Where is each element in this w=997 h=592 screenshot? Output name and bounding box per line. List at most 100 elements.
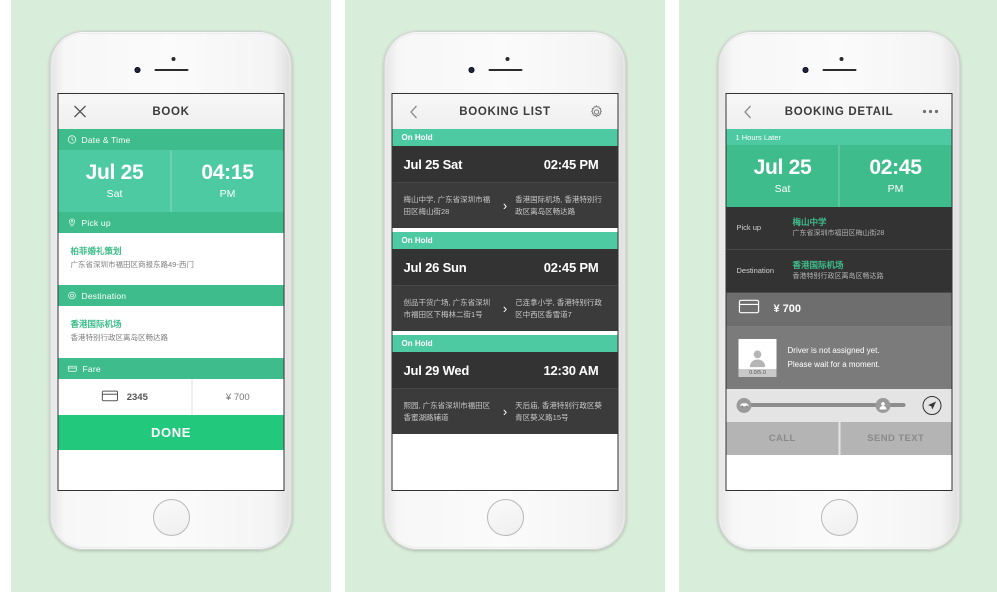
earpiece-speaker-icon [154, 69, 188, 71]
later-strip: 1 Hours Later [726, 129, 952, 145]
destination-address: 香港特别行政区离岛区畅达路 [792, 273, 884, 281]
payment-amount: ¥ 700 [773, 303, 802, 316]
meridiem-value: PM [219, 187, 236, 200]
front-camera-icon [134, 67, 140, 73]
destination-address-block[interactable]: 香港国际机场 香港特别行政区离岛区畅达路 [58, 306, 284, 358]
booking-datetime-row: Jul 25 Sat 02:45 PM [392, 146, 618, 182]
back-chevron-icon[interactable] [403, 101, 425, 123]
section-header-datetime: Date & Time [58, 129, 284, 150]
section-label-fare: Fare [82, 363, 101, 374]
page-title: BOOK [152, 105, 190, 118]
more-icon[interactable] [920, 101, 942, 123]
page-title: BOOKING DETAIL [784, 105, 894, 118]
date-value: Jul 25 [753, 156, 812, 180]
card-last4: 2345 [126, 391, 148, 403]
weekday-value: Sat [106, 187, 123, 200]
status-badge: On Hold [392, 232, 618, 249]
payment-row: ¥ 700 [726, 292, 952, 327]
booking-list[interactable]: On Hold Jul 25 Sat 02:45 PM 梅山中学, 广东省深圳市… [392, 129, 618, 490]
avatar: 0.0/5.0 [738, 338, 777, 377]
chevron-right-icon: › [502, 301, 508, 316]
route-destination: 天后庙, 香港特别行政区葵青区葵义路15号 [515, 400, 602, 422]
booking-datetime-row: Jul 26 Sun 02:45 PM [392, 249, 618, 285]
close-icon[interactable] [69, 101, 91, 123]
booking-date: Jul 25 Sat [403, 156, 463, 172]
page-title: BOOKING LIST [459, 105, 551, 118]
detail-destination-row: Destination 香港国际机场 香港特别行政区离岛区畅达路 [726, 249, 952, 293]
proximity-sensor-icon [505, 57, 509, 61]
home-button[interactable] [486, 499, 524, 536]
detail-destination-value: 香港国际机场 香港特别行政区离岛区畅达路 [793, 259, 884, 283]
gear-icon[interactable] [586, 101, 608, 123]
phone-frame: BOOKING LIST On Hold Jul 25 Sat 02:45 PM… [383, 31, 627, 550]
person-icon[interactable] [875, 397, 891, 413]
appbar-book: BOOK [58, 94, 284, 129]
section-header-fare: Fare [58, 358, 284, 379]
booking-route-row: 梅山中学, 广东省深圳市福田区梅山街28 › 香港国际机场, 香港特别行政区离岛… [392, 182, 618, 228]
front-camera-icon [468, 67, 474, 73]
card-icon [102, 390, 119, 405]
card-icon [67, 364, 78, 373]
pin-icon [68, 291, 77, 300]
panel-booking-detail: BOOKING DETAIL 1 Hours Later Jul 25 Sat … [679, 0, 997, 592]
detail-pickup-row: Pick up 梅山中学 广东省深圳市福田区梅山街28 [726, 207, 952, 250]
section-label-destination: Destination [81, 290, 127, 301]
clock-icon [67, 135, 77, 144]
time-value: 02:45 [869, 156, 922, 180]
front-camera-icon [802, 67, 808, 73]
time-cell: 02:45 PM [838, 145, 952, 207]
booking-datetime-row: Jul 29 Wed 12:30 AM [392, 352, 618, 388]
driver-rating: 0.0/5.0 [738, 368, 777, 377]
screen-booking-list: BOOKING LIST On Hold Jul 25 Sat 02:45 PM… [391, 93, 619, 491]
detail-label-destination: Destination [736, 266, 775, 276]
list-item[interactable]: On Hold Jul 25 Sat 02:45 PM 梅山中学, 广东省深圳市… [392, 129, 618, 228]
screen-booking-detail: BOOKING DETAIL 1 Hours Later Jul 25 Sat … [725, 93, 953, 491]
chevron-right-icon: › [502, 198, 508, 213]
panel-book: BOOK Date & Time Jul 25 Sat 04:15 PM Pic… [11, 0, 331, 592]
action-row: CALL SEND TEXT [726, 421, 952, 455]
section-header-pickup: Pick up [58, 212, 284, 233]
destination-name: 香港国际机场 [70, 319, 122, 329]
detail-datetime: Jul 25 Sat 02:45 PM [726, 145, 952, 207]
destination-address: 香港特别行政区离岛区畅达路 [70, 332, 169, 342]
status-badge: On Hold [392, 335, 618, 352]
driver-row: 0.0/5.0 Driver is not assigned yet. Plea… [726, 326, 952, 389]
home-button[interactable] [152, 499, 190, 536]
payment-card-selector[interactable]: 2345 [59, 379, 192, 415]
call-button[interactable]: CALL [726, 421, 838, 455]
status-badge: On Hold [392, 129, 618, 146]
section-label-pickup: Pick up [81, 217, 111, 228]
earpiece-speaker-icon [822, 69, 856, 71]
driver-message-line1: Driver is not assigned yet. [787, 346, 880, 356]
date-cell[interactable]: Jul 25 Sat [59, 150, 171, 212]
detail-pickup-value: 梅山中学 广东省深圳市福田区梅山街28 [793, 216, 885, 240]
datetime-picker[interactable]: Jul 25 Sat 04:15 PM [58, 150, 284, 212]
driver-status-message: Driver is not assigned yet. Please wait … [788, 344, 880, 370]
home-button[interactable] [820, 499, 858, 536]
date-cell: Jul 25 Sat [727, 145, 839, 207]
send-text-button[interactable]: SEND TEXT [840, 421, 952, 455]
section-header-destination: Destination [58, 285, 284, 306]
list-item[interactable]: On Hold Jul 29 Wed 12:30 AM 熙园, 广东省深圳市福田… [392, 335, 618, 434]
driver-message-line2: Please wait for a moment. [787, 359, 880, 369]
appbar-booking-detail: BOOKING DETAIL [726, 94, 952, 129]
done-button[interactable]: DONE [58, 415, 284, 450]
progress-slider[interactable] [736, 397, 913, 413]
navigation-arrow-icon[interactable] [922, 395, 942, 415]
tracking-row [726, 388, 952, 422]
phone-frame: BOOK Date & Time Jul 25 Sat 04:15 PM Pic… [49, 31, 293, 550]
pickup-address-block[interactable]: 柏菲婚礼策划 广东省深圳市福田区商报东路49-西门 [58, 233, 284, 285]
booking-date: Jul 26 Sun [403, 259, 467, 275]
pickup-address: 广东省深圳市福田区商报东路49-西门 [70, 259, 194, 269]
destination-name: 香港国际机场 [792, 259, 844, 270]
car-icon[interactable] [736, 397, 752, 413]
time-cell[interactable]: 04:15 PM [170, 150, 284, 212]
list-item[interactable]: On Hold Jul 26 Sun 02:45 PM 创品干货广场, 广东省深… [392, 232, 618, 331]
fare-row: 2345 ¥ 700 [58, 379, 284, 415]
time-value: 04:15 [201, 161, 254, 185]
pickup-name: 梅山中学 [792, 217, 827, 227]
proximity-sensor-icon [839, 57, 843, 61]
booking-route-row: 创品干货广场, 广东省深圳市福田区下梅林二街1号 › 己连拿小学, 香港特别行政… [392, 285, 618, 331]
screenshot-stage: BOOK Date & Time Jul 25 Sat 04:15 PM Pic… [0, 0, 997, 592]
back-chevron-icon[interactable] [737, 101, 759, 123]
